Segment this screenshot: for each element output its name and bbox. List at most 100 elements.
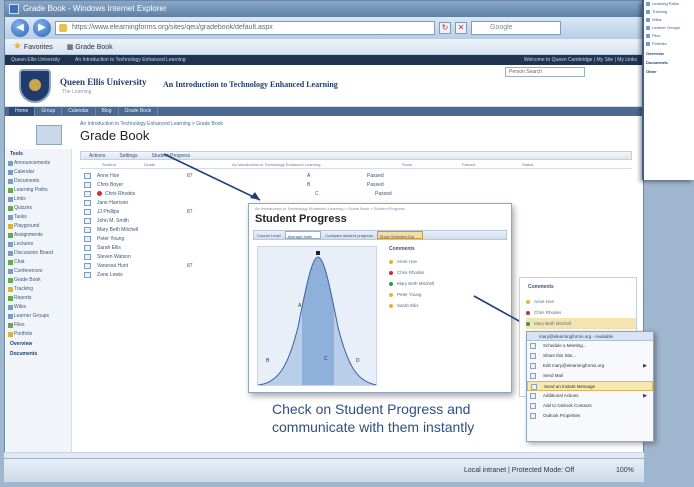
comment-item[interactable]: Anne Hoe: [526, 296, 636, 307]
sidebar-item[interactable]: Reports: [6, 294, 71, 303]
student-name[interactable]: Mary Beth Mitchell: [97, 227, 187, 233]
zoom-level[interactable]: 100%: [616, 459, 634, 483]
breadcrumb[interactable]: An Introduction to Technology Enhanced L…: [80, 121, 223, 127]
row-checkbox[interactable]: [84, 253, 91, 260]
sidebar-item[interactable]: Lectures: [6, 240, 71, 249]
student-name[interactable]: Jane Harrison: [97, 200, 187, 206]
column-student[interactable]: Student: [80, 161, 144, 168]
sidebar-item[interactable]: Conferences: [6, 267, 71, 276]
favorites-button[interactable]: ★ Favorites: [13, 41, 53, 52]
comment-item[interactable]: Chris Rhodes: [389, 267, 505, 278]
student-name[interactable]: Sarah Ellis: [97, 245, 187, 251]
column-status[interactable]: Status: [522, 161, 582, 168]
sidebar-item[interactable]: Chat: [6, 258, 71, 267]
filter-select[interactable]: Average Mark: [284, 231, 322, 239]
student-name[interactable]: JJ Phillips: [97, 209, 187, 215]
sidebar-item[interactable]: Files: [6, 321, 71, 330]
student-name[interactable]: Steven Watson: [97, 254, 187, 260]
student-name[interactable]: Zane Lewis: [97, 272, 187, 278]
side-window-item[interactable]: Files: [644, 32, 694, 40]
comment-item[interactable]: Peter Young: [389, 289, 505, 300]
comment-item[interactable]: Anne Hoe: [389, 256, 505, 267]
student-name[interactable]: Vanessa Hunt: [97, 263, 187, 269]
side-window-heading[interactable]: Documents: [644, 57, 694, 66]
progress-breadcrumb[interactable]: An Introduction to Technology Enhanced L…: [249, 204, 511, 213]
comment-item[interactable]: Chris Rhodes: [526, 307, 636, 318]
sidebar-item[interactable]: Announcements: [6, 159, 71, 168]
sidebar-item[interactable]: Learner Groups: [6, 312, 71, 321]
actions-menu[interactable]: Actions: [89, 152, 105, 159]
student-name[interactable]: Peter Young: [97, 236, 187, 242]
row-checkbox[interactable]: [84, 235, 91, 242]
forward-icon[interactable]: ▶: [33, 19, 51, 37]
table-row[interactable]: Chris Boyer B Passed: [84, 180, 455, 189]
column-grade[interactable]: Grade: [144, 161, 232, 168]
table-row[interactable]: Anne Hoe 87 A Passed: [84, 171, 455, 180]
sidebar-item[interactable]: Calendar: [6, 168, 71, 177]
back-icon[interactable]: ◀: [11, 19, 29, 37]
menu-item[interactable]: Share this Site...: [527, 351, 653, 361]
row-checkbox[interactable]: [84, 199, 91, 206]
sidebar-item[interactable]: Documents: [6, 177, 71, 186]
sidebar-item[interactable]: Tasks: [6, 213, 71, 222]
tab-gradebook[interactable]: ▦ Grade Book: [67, 43, 113, 51]
sidebar-item[interactable]: Grade Book: [6, 276, 71, 285]
student-name[interactable]: Anne Hoe: [97, 173, 187, 179]
row-checkbox[interactable]: [84, 181, 91, 188]
stop-icon[interactable]: ✕: [455, 22, 467, 34]
side-window-item[interactable]: Wikis: [644, 16, 694, 24]
student-name[interactable]: Chris Boyer: [97, 182, 187, 188]
side-window-item[interactable]: Learning Paths: [644, 0, 694, 8]
student-progress-button[interactable]: Student Progress: [151, 152, 190, 159]
search-input[interactable]: Google: [471, 21, 561, 35]
table-row[interactable]: Chris Rhodes C Passed: [84, 189, 455, 198]
menu-item[interactable]: Send Mail: [527, 371, 653, 381]
row-checkbox[interactable]: [84, 271, 91, 278]
menu-item[interactable]: Edit mary@elearningforms.org ▶: [527, 361, 653, 371]
comment-item[interactable]: Mary Beth Mitchell: [389, 278, 505, 289]
row-checkbox[interactable]: [84, 172, 91, 179]
sidebar-item[interactable]: Tracking: [6, 285, 71, 294]
address-bar[interactable]: https://www.elearningforms.org/sites/qeu…: [55, 21, 435, 35]
refresh-icon[interactable]: ↻: [439, 22, 451, 34]
topbar-link-site[interactable]: Queen Ellis University: [11, 57, 60, 63]
side-window-item[interactable]: Learner Groups: [644, 24, 694, 32]
sidebar-item[interactable]: Portfolio: [6, 330, 71, 339]
column-course[interactable]: An Introduction to Technology Enhanced L…: [232, 161, 402, 168]
column-score[interactable]: Score: [402, 161, 462, 168]
sidebar-item[interactable]: Wikis: [6, 303, 71, 312]
side-window-item[interactable]: Portfolio: [644, 40, 694, 48]
sidebar-item[interactable]: Discussion Board: [6, 249, 71, 258]
welcome-menu[interactable]: Welcome to Queen Cambridge | My Site | M…: [524, 55, 637, 65]
quick-launch-overview[interactable]: Overview: [6, 339, 71, 349]
quick-launch-documents[interactable]: Documents: [6, 349, 71, 359]
sidebar-item[interactable]: Links: [6, 195, 71, 204]
comment-item[interactable]: Sarah Ellis: [389, 300, 505, 311]
sidebar-item[interactable]: Assignments: [6, 231, 71, 240]
menu-item-icon: [530, 393, 536, 399]
row-checkbox[interactable]: [84, 217, 91, 224]
topbar-link-course[interactable]: An Introduction to Technology Enhanced L…: [75, 57, 186, 63]
sidebar-item[interactable]: Quizzes: [6, 204, 71, 213]
row-checkbox[interactable]: [84, 262, 91, 269]
row-checkbox[interactable]: [84, 226, 91, 233]
row-checkbox[interactable]: [84, 208, 91, 215]
people-search-select[interactable]: Person Search: [505, 67, 585, 77]
menu-item[interactable]: Send an Instant Message: [527, 381, 653, 391]
side-window-heading[interactable]: Other: [644, 66, 694, 75]
row-checkbox[interactable]: [84, 190, 91, 197]
student-name[interactable]: John M. Smith: [97, 218, 187, 224]
student-name[interactable]: Chris Rhodes: [105, 191, 195, 197]
column-passed[interactable]: Passed: [462, 161, 522, 168]
menu-item[interactable]: Schedule a Meeting...: [527, 341, 653, 351]
comment-item[interactable]: Mary Beth Mitchell: [526, 318, 636, 329]
sidebar-item[interactable]: Learning Paths: [6, 186, 71, 195]
sidebar-item[interactable]: Playground: [6, 222, 71, 231]
browser-navbar: ◀ ▶ https://www.elearningforms.org/sites…: [5, 17, 643, 39]
filter-select-2[interactable]: Show Selected Grp: [376, 231, 424, 239]
settings-menu[interactable]: Settings: [119, 152, 137, 159]
presence-icon: [389, 281, 393, 286]
row-checkbox[interactable]: [84, 244, 91, 251]
side-window-item[interactable]: Tracking: [644, 8, 694, 16]
side-window-heading[interactable]: Overview: [644, 48, 694, 57]
